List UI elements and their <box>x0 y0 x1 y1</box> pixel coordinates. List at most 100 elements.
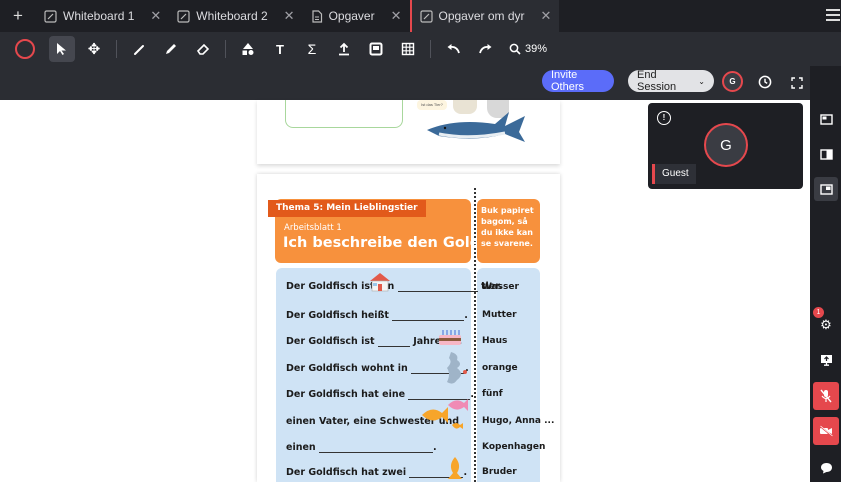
formula-tool-icon[interactable]: Σ <box>299 36 325 62</box>
toolbar-divider <box>430 40 431 58</box>
answer-item: Wasser <box>482 282 519 292</box>
end-session-button[interactable]: End Session ⌄ <box>628 69 714 93</box>
sticky-note-icon[interactable] <box>363 36 389 62</box>
pen-tool-icon[interactable] <box>126 36 152 62</box>
microphone-muted-icon[interactable] <box>813 382 839 410</box>
answer-item: Haus <box>482 336 508 346</box>
sentence-row: einen . <box>286 442 437 453</box>
green-frame <box>285 100 403 128</box>
close-tab-icon[interactable]: ✕ <box>391 8 402 24</box>
participant-tile[interactable]: ! G Guest <box>648 103 803 189</box>
participant-avatar: G <box>704 123 748 167</box>
undo-icon[interactable] <box>440 36 466 62</box>
chat-icon[interactable] <box>814 456 838 480</box>
sentence-text: Der Goldfisch hat eine <box>286 389 406 400</box>
sentence-row: Der Goldfisch ist ein tier. <box>286 281 502 292</box>
user-avatar-button[interactable]: G <box>722 71 743 92</box>
screen-share-icon[interactable] <box>814 348 838 372</box>
close-tab-icon[interactable]: ✕ <box>150 8 161 24</box>
sticker-bubble: Ist das Tier? <box>417 100 447 110</box>
invite-others-button[interactable]: Invite Others <box>542 69 614 93</box>
picture-in-picture-icon[interactable] <box>814 177 838 201</box>
close-tab-icon[interactable]: ✕ <box>541 8 552 24</box>
tab-label: Opgaver om dyr <box>438 9 525 23</box>
whiteboard-icon <box>44 9 57 23</box>
answer-item: orange <box>482 363 518 373</box>
layout-grid-icon[interactable] <box>814 107 838 131</box>
right-sidebar: 1 ⚙ <box>810 66 841 482</box>
answer-item: fünf <box>482 389 503 399</box>
sentence-row: Der Goldfisch hat zwei . <box>286 467 467 478</box>
color-picker-icon[interactable] <box>12 36 38 62</box>
zoom-control[interactable]: 39% <box>509 43 547 55</box>
zoom-level: 39% <box>525 43 548 55</box>
worksheet-page-previous: Ist das Tier? <box>257 100 560 164</box>
tab-opgaver[interactable]: Opgaver ✕ <box>303 0 410 32</box>
text-tool-icon[interactable]: T <box>267 36 293 62</box>
sentence-row: Der Goldfisch wohnt in . <box>286 363 469 374</box>
answer-item: Hugo, Anna ... <box>482 416 555 426</box>
grid-tool-icon[interactable] <box>395 36 421 62</box>
participant-initial: G <box>720 136 732 154</box>
settings-gear-icon[interactable]: ⚙ <box>814 313 838 337</box>
document-icon <box>311 9 322 23</box>
eraser-tool-icon[interactable] <box>190 36 216 62</box>
answer-item: Bruder <box>482 467 517 477</box>
sidebar-panel-icon[interactable] <box>814 142 838 166</box>
sentence-text: Der Goldfisch heißt <box>286 310 389 321</box>
instruction-box: Buk papiret bagom, så du ikke kan se sva… <box>477 199 540 263</box>
zoom-icon <box>509 43 521 55</box>
cake-illustration <box>439 330 461 345</box>
tab-whiteboard-1[interactable]: Whiteboard 1 ✕ <box>36 0 169 32</box>
sentence-text: Der Goldfisch hat zwei <box>286 467 407 478</box>
whiteboard-icon <box>177 9 190 23</box>
tab-label: Whiteboard 1 <box>63 9 135 23</box>
fold-line <box>474 188 476 482</box>
answer-item: Kopenhagen <box>482 442 546 452</box>
close-tab-icon[interactable]: ✕ <box>284 8 295 24</box>
info-icon[interactable]: ! <box>657 111 671 125</box>
house-illustration <box>370 273 390 292</box>
theme-label: Thema 5: Mein Lieblingstier <box>276 203 418 213</box>
answer-item: Mutter <box>482 310 517 320</box>
toolbar-divider <box>225 40 226 58</box>
toolbar-divider <box>116 40 117 58</box>
fullscreen-icon[interactable] <box>791 76 803 89</box>
sentence-text: Der Goldfisch wohnt in <box>286 363 408 374</box>
whiteboard-icon <box>419 9 433 23</box>
avatar-initial: G <box>729 77 736 86</box>
participant-name-tag: Guest <box>652 164 696 184</box>
move-tool-icon[interactable]: ✥ <box>81 36 107 62</box>
invite-label: Invite Others <box>551 69 585 93</box>
sentence-end: . <box>464 310 468 321</box>
drawing-toolbar: ✥ T Σ 39% <box>0 32 841 66</box>
sentence-row: Der Goldfisch heißt . <box>286 310 468 321</box>
sentence-text: einen <box>286 442 316 453</box>
end-session-label: End Session <box>637 69 677 93</box>
marker-tool-icon[interactable] <box>158 36 184 62</box>
select-tool-icon[interactable] <box>49 36 75 62</box>
goldfish-illustration <box>448 457 462 479</box>
shark-illustration <box>427 112 525 142</box>
sentence-end: . <box>470 389 474 400</box>
chevron-down-icon: ⌄ <box>698 76 705 86</box>
menu-icon[interactable] <box>826 9 840 21</box>
shapes-tool-icon[interactable] <box>235 36 261 62</box>
new-tab-button[interactable]: + <box>0 6 36 26</box>
instruction-text: Buk papiret bagom, så du ikke kan se sva… <box>481 206 534 248</box>
tab-label: Opgaver <box>328 9 375 23</box>
redo-icon[interactable] <box>472 36 498 62</box>
tab-label: Whiteboard 2 <box>196 9 268 23</box>
tab-whiteboard-2[interactable]: Whiteboard 2 ✕ <box>169 0 302 32</box>
sentence-text: Der Goldfisch ist <box>286 336 375 347</box>
history-icon[interactable] <box>758 75 772 89</box>
camera-off-icon[interactable] <box>813 417 839 445</box>
theme-tag: Thema 5: Mein Lieblingstier <box>268 200 426 217</box>
goldfish-family-illustration <box>422 399 468 429</box>
participant-name: Guest <box>662 168 689 179</box>
tab-opgaver-om-dyr[interactable]: Opgaver om dyr ✕ <box>409 0 560 32</box>
sentence-end: . <box>432 442 437 453</box>
worksheet-subtitle: Arbeitsblatt 1 <box>284 223 342 233</box>
denmark-map-illustration <box>447 352 467 384</box>
upload-icon[interactable] <box>331 36 357 62</box>
